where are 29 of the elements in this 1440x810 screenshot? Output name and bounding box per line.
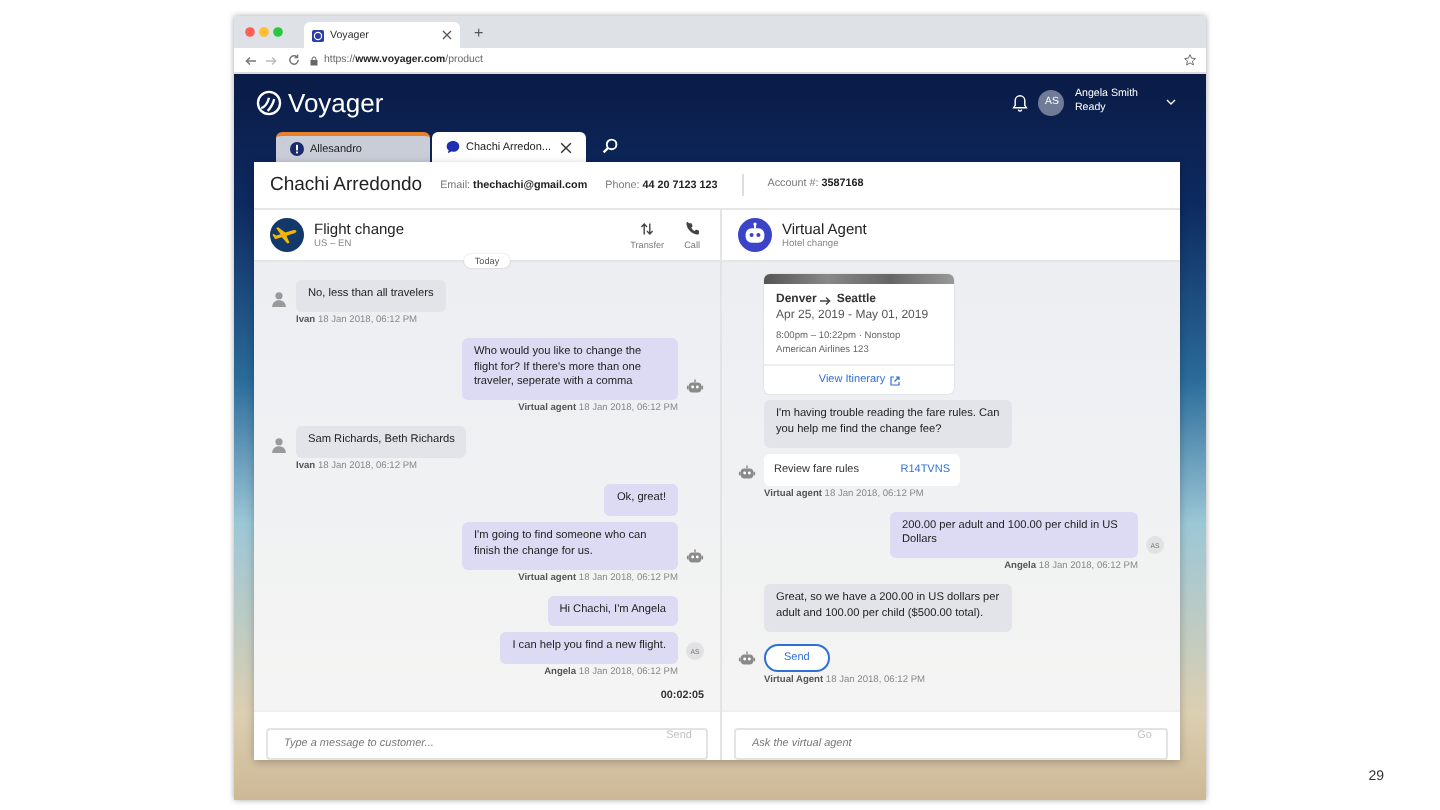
robot-icon <box>686 378 704 397</box>
caret-icon[interactable] <box>1166 98 1176 106</box>
app-logo-text: Voyager <box>288 87 384 117</box>
close-icon[interactable] <box>442 30 452 40</box>
window-dots-icon[interactable] <box>244 26 288 38</box>
back-icon[interactable] <box>244 55 256 65</box>
favicon-icon <box>312 29 324 41</box>
alert-icon <box>290 142 304 156</box>
person-icon <box>270 436 288 455</box>
customer-name: Chachi Arredondo <box>270 174 423 196</box>
reload-icon[interactable] <box>288 54 300 66</box>
search-icon[interactable] <box>602 138 618 154</box>
robot-icon <box>738 218 772 252</box>
phone-icon <box>685 221 700 235</box>
airplane-icon <box>270 218 304 252</box>
external-link-icon <box>889 375 900 385</box>
globe-logo-icon <box>256 89 282 115</box>
robot-icon <box>738 463 756 482</box>
robot-icon <box>686 547 704 566</box>
star-icon[interactable] <box>1184 54 1196 66</box>
transfer-icon <box>640 221 655 235</box>
lock-icon <box>310 55 318 65</box>
arrow-right-icon <box>820 295 833 305</box>
bell-icon[interactable] <box>1012 93 1029 111</box>
person-icon <box>270 289 288 308</box>
robot-icon <box>738 649 756 668</box>
new-tab-button[interactable]: + <box>474 24 484 42</box>
chat-bubble-icon <box>446 140 460 154</box>
close-icon[interactable] <box>560 141 572 153</box>
